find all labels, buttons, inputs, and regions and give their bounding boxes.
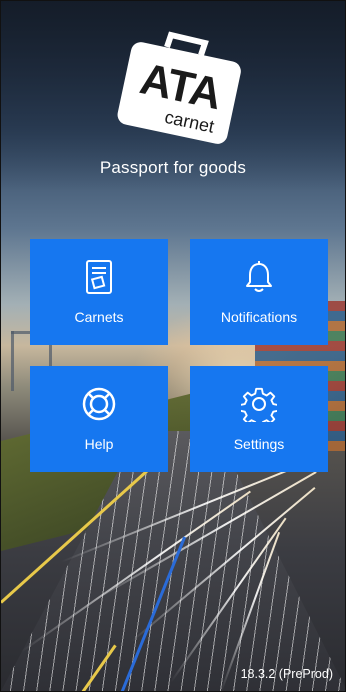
- settings-label: Settings: [233, 436, 285, 452]
- lifebuoy-icon: [81, 386, 117, 422]
- settings-button[interactable]: Settings: [190, 366, 328, 472]
- ata-carnet-logo: ATA carnet: [109, 29, 249, 149]
- tagline: Passport for goods: [99, 158, 247, 177]
- notifications-button[interactable]: Notifications: [190, 239, 328, 345]
- gear-icon: [241, 386, 277, 422]
- home-screen: ATA carnet Passport for goods Carnets No…: [0, 0, 346, 692]
- carnets-button[interactable]: Carnets: [30, 239, 168, 345]
- help-label: Help: [84, 436, 114, 452]
- app-version: 18.3.2 (PreProd): [240, 667, 333, 681]
- background-crane: [11, 331, 14, 391]
- document-icon: [81, 259, 117, 295]
- bell-icon: [241, 259, 277, 295]
- notifications-label: Notifications: [220, 309, 298, 325]
- help-button[interactable]: Help: [30, 366, 168, 472]
- carnets-label: Carnets: [74, 309, 124, 325]
